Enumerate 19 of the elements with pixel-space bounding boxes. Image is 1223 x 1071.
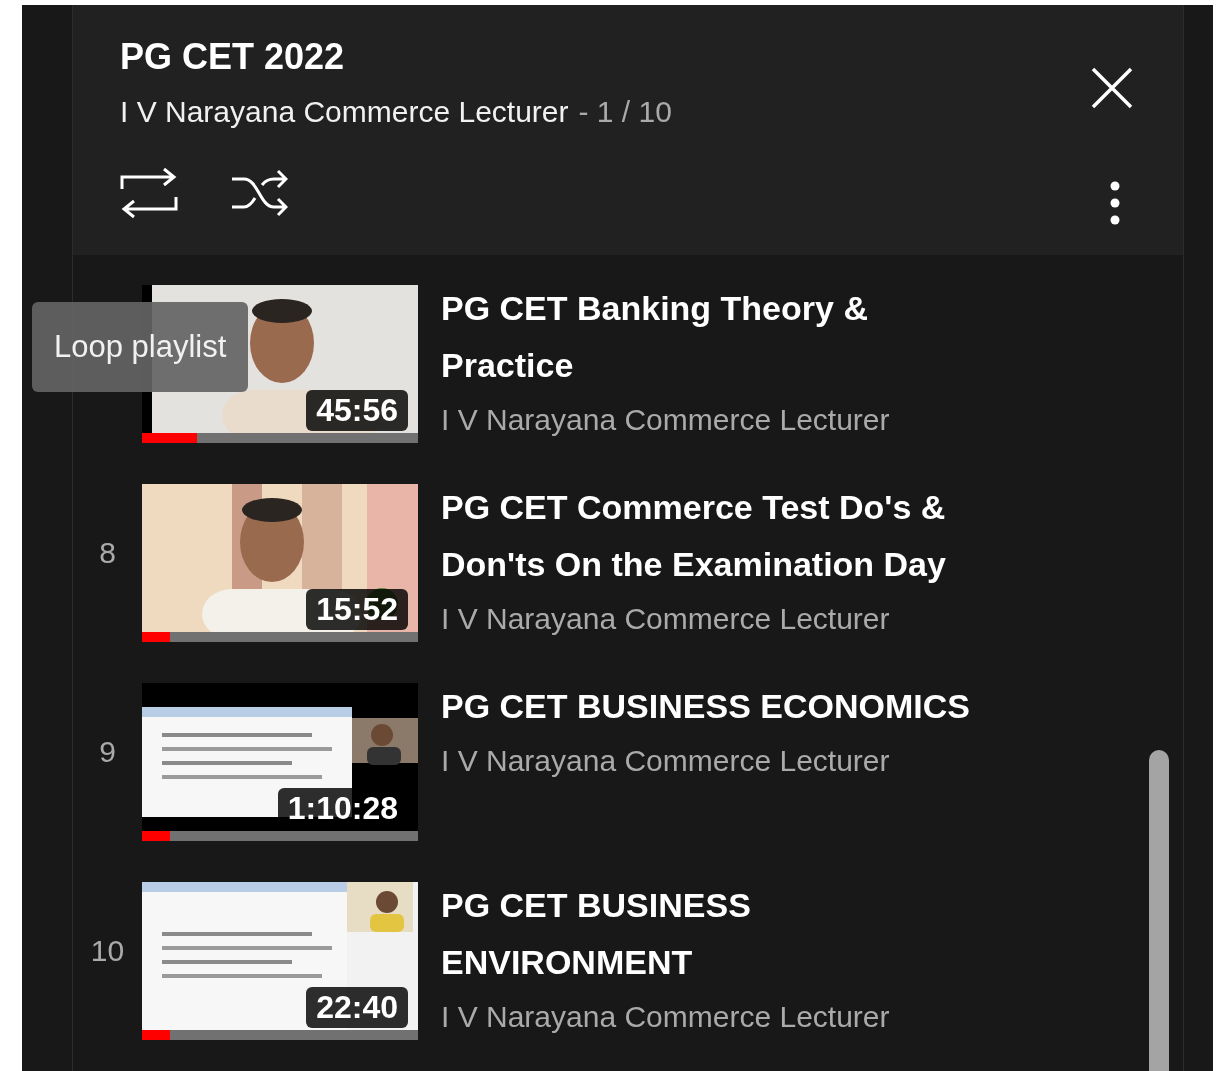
video-title[interactable]: PG CET Banking Theory & Practice	[441, 280, 1001, 394]
duration-badge: 15:52	[306, 589, 408, 630]
video-index: 10	[90, 934, 125, 967]
video-title[interactable]: PG CET BUSINESS ECONOMICS	[441, 678, 1001, 735]
tooltip: Loop playlist	[32, 302, 249, 392]
video-index: 9	[99, 735, 116, 768]
channel-name[interactable]: I V Narayana Commerce Lecturer	[120, 95, 569, 129]
video-title[interactable]: PG CET BUSINESS ENVIRONMENT	[441, 877, 1001, 991]
video-channel[interactable]: I V Narayana Commerce Lecturer	[441, 739, 1001, 783]
video-index: 8	[99, 536, 116, 569]
scrollbar-thumb[interactable]	[1149, 750, 1169, 1071]
video-channel[interactable]: I V Narayana Commerce Lecturer	[441, 398, 1001, 442]
video-title[interactable]: PG CET Commerce Test Do's & Don'ts On the Examination Day	[441, 479, 1001, 593]
duration-badge: 22:40	[306, 987, 408, 1028]
playlist-title: PG CET 2022	[120, 35, 346, 79]
video-channel[interactable]: I V Narayana Commerce Lecturer	[441, 995, 1001, 1039]
video-channel[interactable]: I V Narayana Commerce Lecturer	[441, 597, 1001, 641]
playlist-position: - 1 / 10	[578, 95, 672, 129]
duration-badge: 45:56	[306, 390, 408, 431]
